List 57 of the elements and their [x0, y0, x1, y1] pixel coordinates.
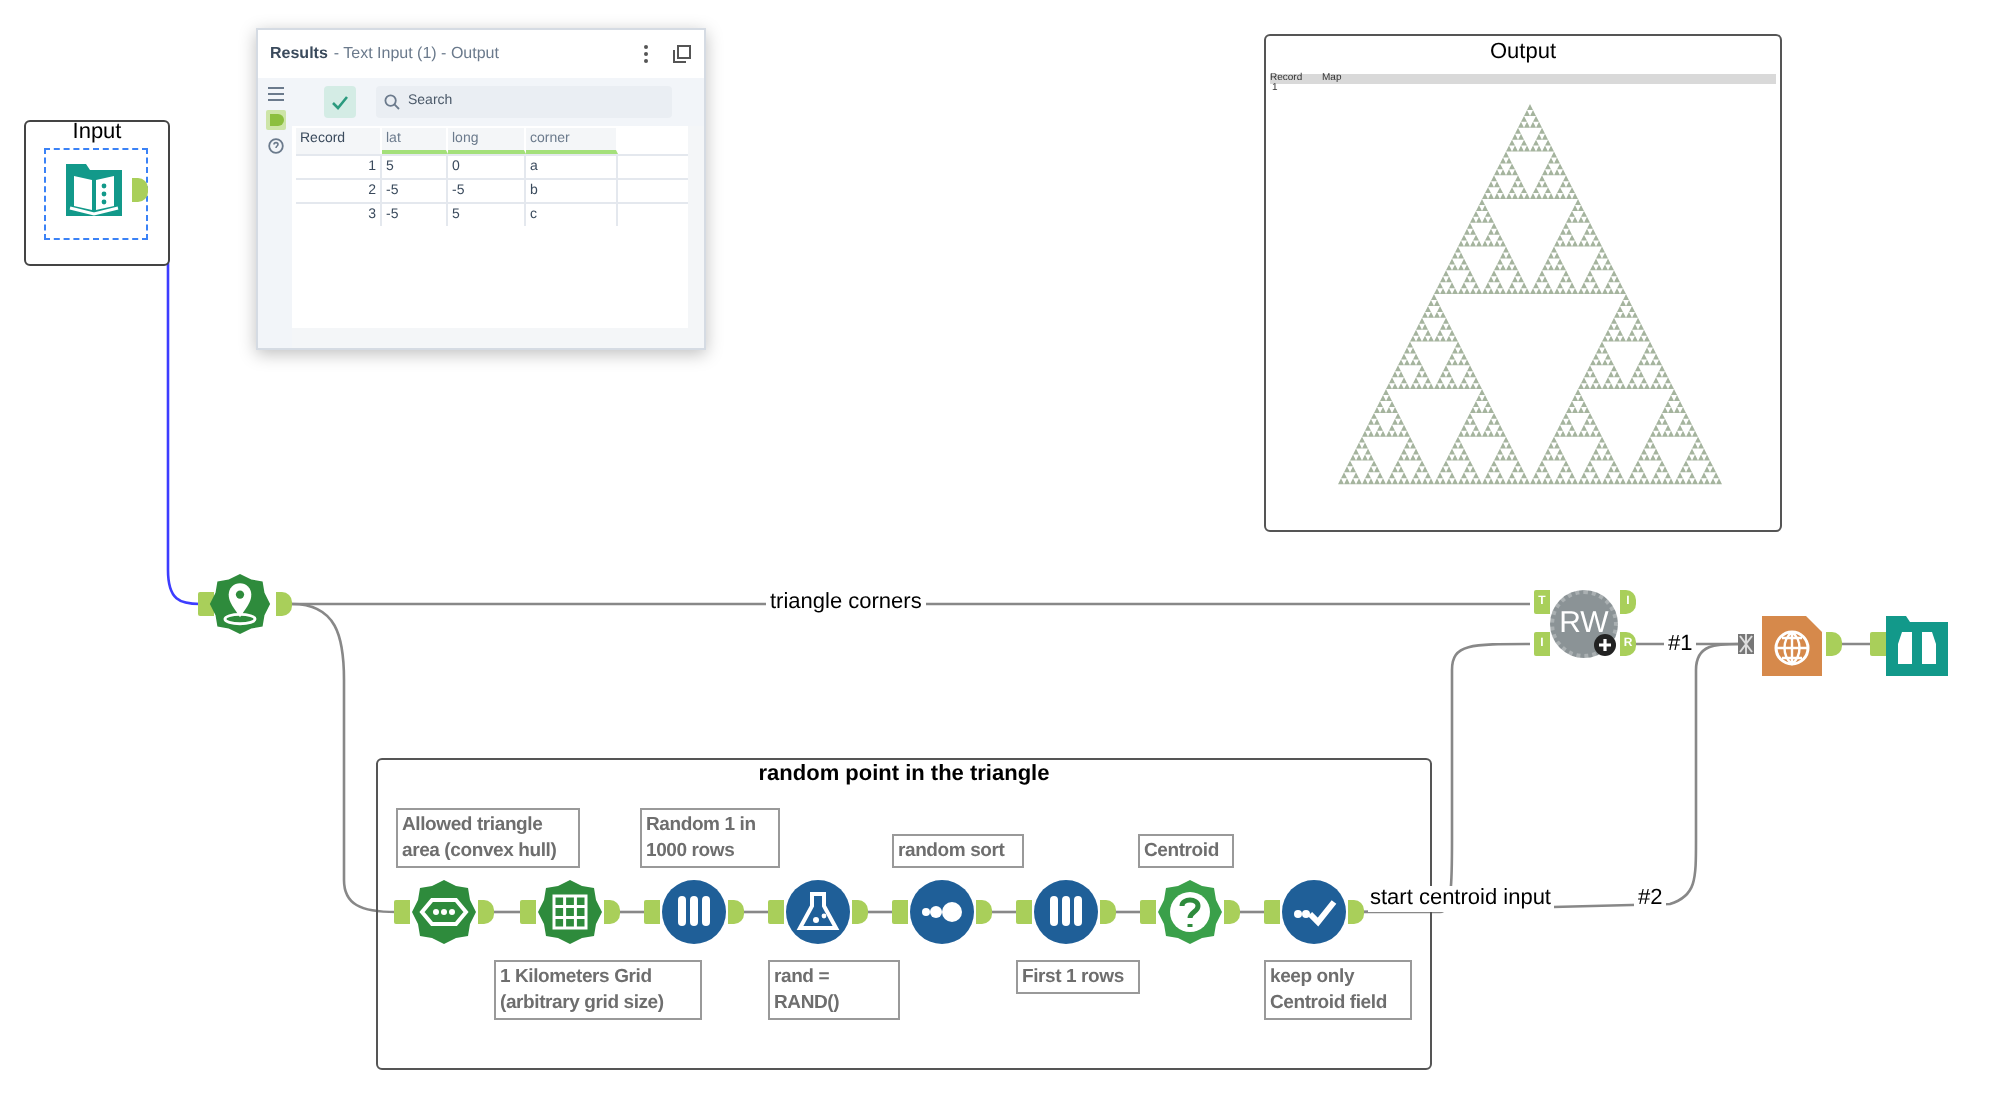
check-button[interactable]	[324, 86, 356, 118]
hull-icon[interactable]	[410, 878, 478, 946]
more-icon[interactable]	[642, 44, 650, 64]
multi-input-icon	[1738, 634, 1754, 654]
anchor-port[interactable]	[276, 592, 292, 616]
connector-line	[1238, 910, 1266, 914]
connector-line	[618, 910, 646, 914]
flask-icon[interactable]	[784, 878, 852, 946]
anchor-port[interactable]	[1100, 900, 1116, 924]
window-title: Results	[270, 42, 328, 66]
anchor-port[interactable]	[1348, 900, 1364, 924]
annotation: rand = RAND()	[768, 960, 900, 1020]
anchor-port[interactable]	[976, 900, 992, 924]
connection-label: start centroid input	[1368, 886, 1553, 912]
dots-icon[interactable]	[908, 878, 976, 946]
list-icon[interactable]	[267, 86, 283, 102]
annotation: keep only Centroid field	[1264, 960, 1412, 1020]
anchor-port[interactable]	[604, 900, 620, 924]
container-title: random point in the triangle	[756, 762, 1052, 788]
anchor-port[interactable]	[132, 178, 148, 202]
test-tubes-icon[interactable]	[1032, 878, 1100, 946]
connector-line	[990, 910, 1018, 914]
anchor-port[interactable]	[198, 592, 214, 616]
window-subtitle: - Text Input (1) - Output	[333, 42, 499, 66]
rw-tool[interactable]: RW	[1550, 590, 1618, 658]
help-icon[interactable]	[267, 138, 283, 154]
check-icon[interactable]	[1280, 878, 1348, 946]
annotation: 1 Kilometers Grid (arbitrary grid size)	[494, 960, 702, 1020]
annotation: Allowed triangle area (convex hull)	[396, 808, 580, 868]
annotation: Centroid	[1138, 834, 1234, 868]
anchor-port[interactable]	[728, 900, 744, 924]
anchor-port[interactable]	[1224, 900, 1240, 924]
annotation: Random 1 in 1000 rows	[640, 808, 780, 868]
annotation: random sort	[892, 834, 1024, 868]
connector-line	[1836, 642, 1870, 646]
question-icon[interactable]	[1156, 878, 1224, 946]
search-icon	[384, 94, 400, 110]
anchor-port[interactable]	[1826, 632, 1842, 656]
horizontal-scrollbar[interactable]	[292, 328, 704, 348]
connection-label: triangle corners	[766, 590, 926, 616]
data-icon[interactable]	[265, 110, 285, 130]
connector-line	[492, 910, 522, 914]
grid-icon[interactable]	[536, 878, 604, 946]
connection-label: #2	[1634, 886, 1667, 912]
test-tubes-icon[interactable]	[660, 878, 728, 946]
globe-icon[interactable]	[1762, 616, 1822, 676]
window-title: Output	[1487, 38, 1559, 66]
anchor-port[interactable]	[478, 900, 494, 924]
annotation: First 1 rows	[1016, 960, 1140, 994]
map-pin-icon[interactable]	[208, 572, 272, 636]
undock-icon[interactable]	[672, 44, 692, 64]
anchor-port[interactable]	[852, 900, 868, 924]
container-title: Input	[70, 120, 124, 146]
connector-line	[866, 910, 894, 914]
connector-line	[1114, 910, 1142, 914]
connector-line	[742, 910, 770, 914]
plus-icon	[1594, 634, 1616, 656]
